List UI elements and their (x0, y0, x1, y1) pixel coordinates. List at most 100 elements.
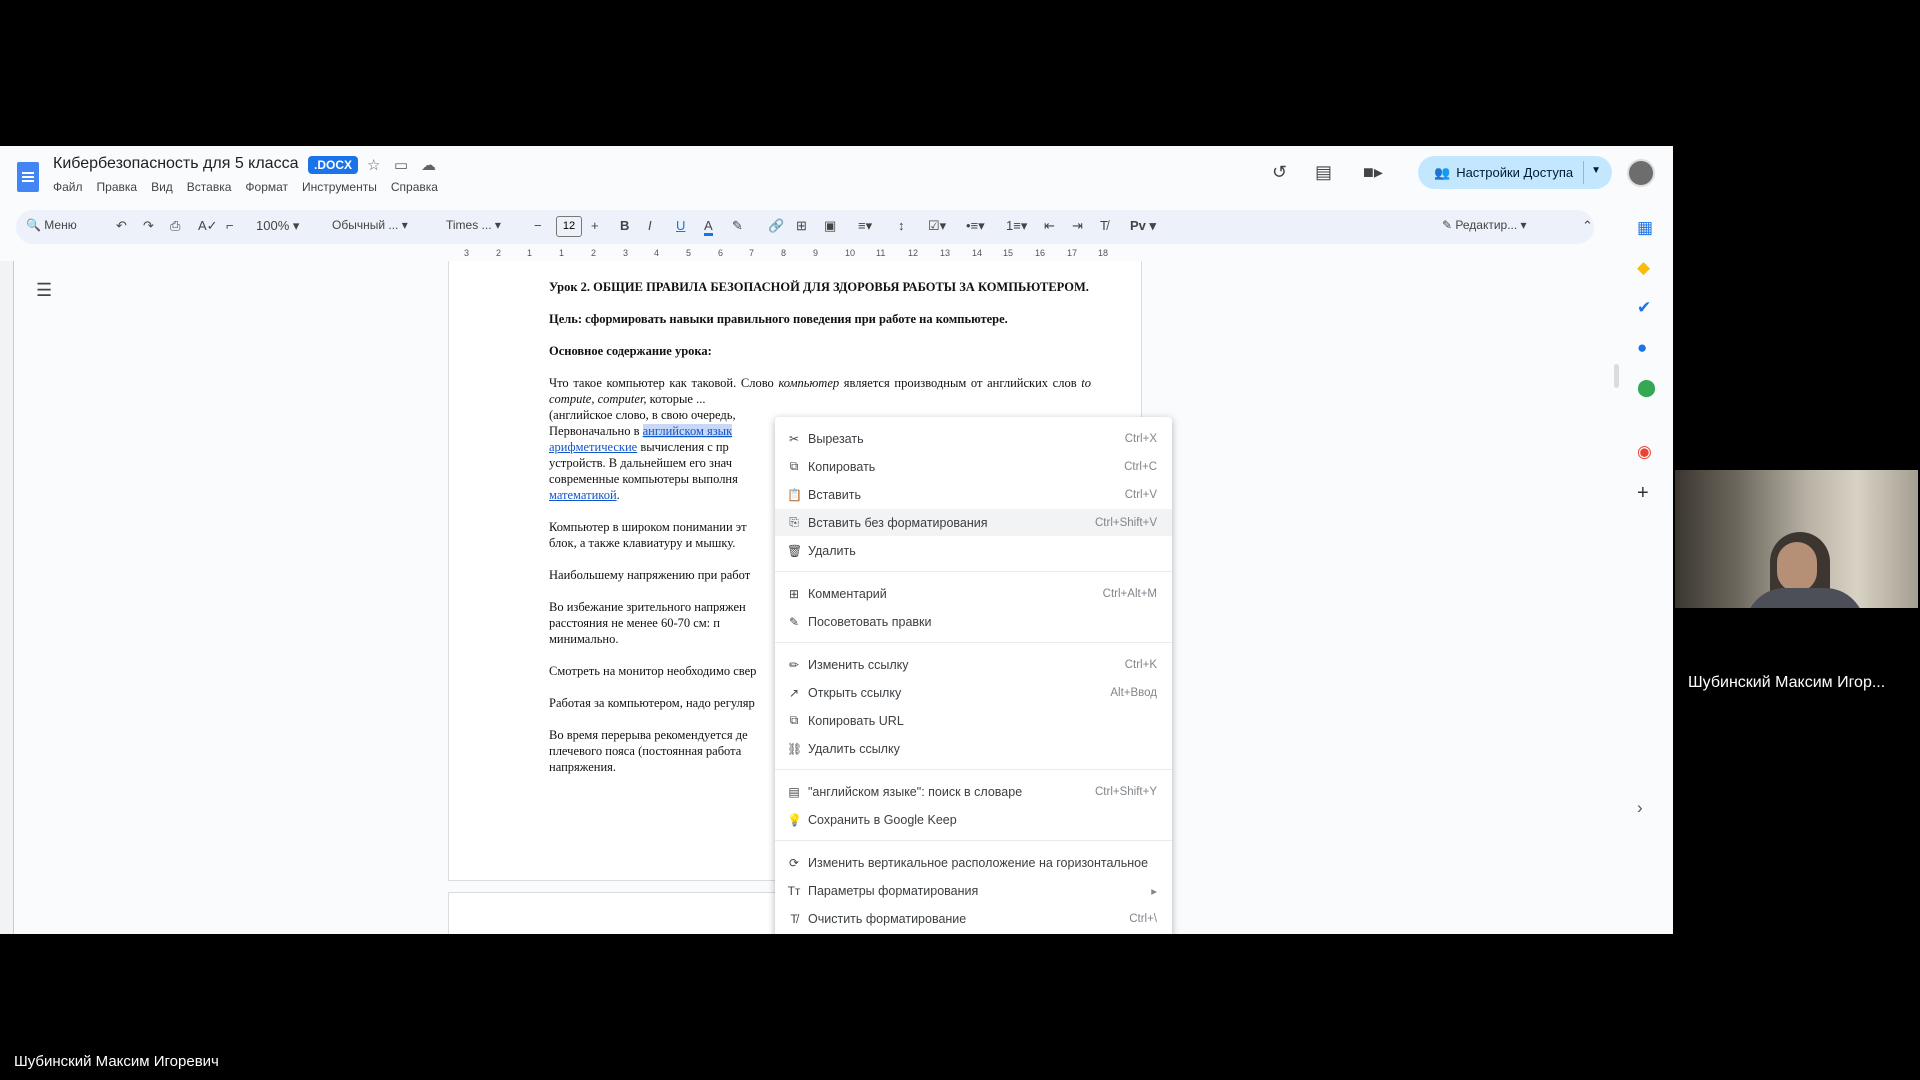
decrease-font-icon[interactable]: − (534, 218, 542, 233)
webcam-video[interactable] (1675, 470, 1918, 608)
paint-format-icon[interactable]: ⌐ (226, 218, 234, 233)
camera-participant-name: Шубинский Максим Игор... (1688, 674, 1886, 691)
menu-edit[interactable]: Правка (97, 180, 138, 194)
share-people-icon: 👥 (1434, 164, 1451, 180)
editing-mode-select[interactable]: ✎ Редактир... ▾ (1442, 218, 1527, 232)
insert-image-icon[interactable]: ▣ (824, 218, 836, 234)
docs-logo-icon[interactable] (17, 162, 39, 192)
decrease-indent-icon[interactable]: ⇤ (1044, 218, 1055, 234)
ruler-number: 3 (623, 248, 629, 258)
text-run: (английское слово, в свою очередь, (549, 408, 736, 422)
share-button[interactable]: 👥 Настройки Доступа ▼ (1418, 156, 1612, 189)
document-outline-icon[interactable]: ☰ (36, 280, 52, 301)
menu-item-open-link[interactable]: ↗ Открыть ссылку Alt+Ввод (775, 679, 1172, 706)
input-tools-icon[interactable]: Рv ▾ (1130, 218, 1156, 234)
menu-item-suggest[interactable]: ✎ Посоветовать правки (775, 608, 1172, 635)
redo-icon[interactable]: ↷ (143, 218, 154, 234)
print-icon[interactable]: ⎙ (170, 218, 180, 234)
increase-font-icon[interactable]: + (591, 218, 599, 233)
expand-panel-icon[interactable]: › (1637, 798, 1643, 818)
menu-item-paste[interactable]: 📋 Вставить Ctrl+V (775, 481, 1172, 508)
text-color-icon[interactable]: A (704, 218, 713, 236)
menu-item-save-keep[interactable]: 💡 Сохранить в Google Keep (775, 806, 1172, 833)
arithmetic-link[interactable]: арифметические (549, 440, 637, 454)
text-run: напряжения. (549, 760, 617, 774)
maps-icon[interactable]: ⬤ (1637, 378, 1656, 398)
style-value: Обычный ... (332, 218, 399, 232)
calendar-icon[interactable]: ▦ (1637, 218, 1653, 238)
chevron-down-icon[interactable]: ▼ (1591, 165, 1601, 176)
search-menus[interactable]: 🔍 Меню (26, 218, 77, 232)
menu-item-format-options[interactable]: Tт Параметры форматирования ▸ (775, 877, 1172, 904)
text-run: блок, а также клавиатуру и мышку. (549, 536, 736, 550)
style-select[interactable]: Обычный ... ▾ (332, 218, 408, 232)
menu-item-copy-url[interactable]: ⧉ Копировать URL (775, 707, 1172, 734)
cloud-status-icon[interactable]: ☁ (421, 156, 436, 174)
menu-item-dictionary[interactable]: ▤ "английском языке": поиск в словаре Ctrl… (775, 778, 1172, 805)
keep-icon[interactable]: ◆ (1637, 258, 1650, 278)
highlight-icon[interactable]: ✎ (732, 218, 743, 234)
ruler-number: 6 (718, 248, 724, 258)
zoom-select[interactable]: 100% ▾ (256, 218, 299, 234)
menu-item-rotate-orientation[interactable]: ⟳ Изменить вертикальное расположение на г… (775, 849, 1172, 876)
avatar[interactable] (1627, 159, 1655, 187)
menu-file[interactable]: Файл (53, 180, 83, 194)
menu-view[interactable]: Вид (151, 180, 173, 194)
menu-item-comment[interactable]: ⊞ Комментарий Ctrl+Alt+M (775, 580, 1172, 607)
menu-tools[interactable]: Инструменты (302, 180, 377, 194)
trash-icon: 🗑 (787, 543, 803, 558)
line-spacing-icon[interactable]: ↕ (898, 218, 905, 233)
add-addon-icon[interactable]: + (1637, 482, 1649, 505)
tasks-icon[interactable]: ✔ (1637, 298, 1651, 318)
menu-item-shortcut: Ctrl+\ (1129, 912, 1157, 925)
menu-item-edit-link[interactable]: ✏ Изменить ссылку Ctrl+K (775, 651, 1172, 678)
menu-item-copy[interactable]: ⧉ Копировать Ctrl+C (775, 453, 1172, 480)
menu-item-remove-link[interactable]: ⛓ Удалить ссылку (775, 735, 1172, 762)
scrollbar[interactable] (1614, 364, 1619, 388)
menu-separator (775, 769, 1172, 770)
increase-indent-icon[interactable]: ⇥ (1072, 218, 1083, 234)
contacts-icon[interactable]: ● (1637, 338, 1647, 358)
addon-icon[interactable]: ◉ (1637, 442, 1652, 462)
text-run: расстояния не менее 60-70 см: п (549, 616, 720, 630)
suggest-icon: ✎ (788, 614, 800, 629)
bold-icon[interactable]: B (620, 218, 629, 233)
ruler-number: 15 (1003, 248, 1014, 258)
menu-separator (775, 571, 1172, 572)
menu-insert[interactable]: Вставка (187, 180, 232, 194)
font-select[interactable]: Times ... ▾ (446, 218, 501, 232)
menu-help[interactable]: Справка (391, 180, 438, 194)
checklist-icon[interactable]: ☑▾ (928, 218, 946, 234)
horizontal-ruler[interactable]: 3 2 1 1 2 3 4 5 6 7 8 9 10 11 12 13 14 15 16 17 18 (448, 246, 1146, 262)
font-size-input[interactable]: 12 (556, 216, 582, 237)
menu-item-paste-plain[interactable]: ⎘ Вставить без форматирования Ctrl+Shift+V (775, 509, 1172, 536)
bulleted-list-icon[interactable]: •≡▾ (966, 218, 985, 234)
star-icon[interactable]: ☆ (367, 156, 380, 174)
move-folder-icon[interactable]: ▭ (394, 156, 408, 174)
document-title[interactable]: Кибербезопасность для 5 класса (53, 155, 298, 173)
numbered-list-icon[interactable]: 1≡▾ (1006, 218, 1027, 234)
version-history-icon[interactable]: ↺ (1272, 162, 1287, 183)
menu-item-label: Сохранить в Google Keep (808, 812, 957, 827)
add-comment-icon[interactable]: ⊞ (796, 218, 807, 234)
copy-icon: ⧉ (789, 459, 799, 473)
comments-icon[interactable]: ▤ (1315, 162, 1332, 183)
ruler-number: 17 (1067, 248, 1078, 258)
clear-formatting-icon[interactable]: T̸ (1100, 218, 1108, 233)
collapse-menus-icon[interactable]: ⌃ (1582, 218, 1593, 234)
mathematics-link[interactable]: математикой (549, 488, 617, 502)
menu-format[interactable]: Формат (245, 180, 288, 194)
side-panel: ▦ ◆ ✔ ● ⬤ ◉ + › (1630, 206, 1666, 934)
link-icon[interactable]: 🔗 (768, 218, 784, 234)
undo-icon[interactable]: ↶ (116, 218, 127, 234)
meet-camera-icon[interactable]: ■▸ (1363, 162, 1383, 183)
spellcheck-icon[interactable]: A✓ (198, 218, 218, 234)
underline-icon[interactable]: U (676, 218, 685, 233)
align-icon[interactable]: ≡▾ (858, 218, 872, 234)
italic-icon[interactable]: I (648, 218, 652, 233)
comment-icon: ⊞ (788, 586, 800, 601)
menu-item-delete[interactable]: 🗑 Удалить (775, 537, 1172, 564)
english-language-link[interactable]: английском язык (642, 424, 733, 438)
menu-item-clear-format[interactable]: T̸ Очистить форматирование Ctrl+\ (775, 905, 1172, 932)
menu-item-cut[interactable]: ✂ Вырезать Ctrl+X (775, 425, 1172, 452)
